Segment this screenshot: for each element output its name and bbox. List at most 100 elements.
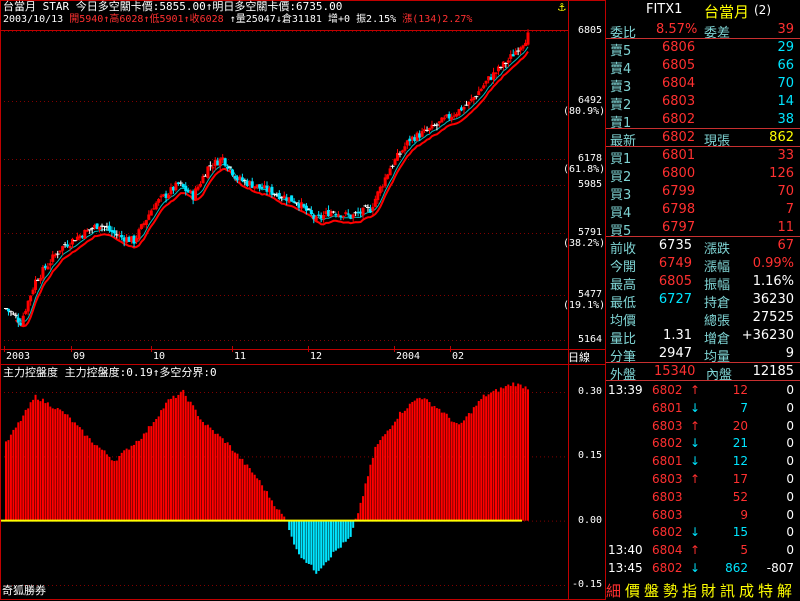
stat-row: 前收6735漲跌67 — [606, 236, 800, 254]
indicator-bar — [414, 401, 416, 521]
stat-value: +36230 — [742, 328, 794, 343]
tick-row[interactable]: 6801↓70 — [606, 400, 800, 416]
indicator-bar — [25, 410, 27, 521]
indicator-bar — [261, 485, 263, 520]
menu-item-4[interactable]: 指 — [682, 580, 697, 601]
candle-body — [371, 207, 374, 211]
tick-row[interactable]: 6802↓150 — [606, 524, 800, 540]
indicator-bar — [461, 423, 463, 521]
broker-name: 奇狐勝券 — [2, 585, 46, 596]
tick-oi: 0 — [786, 543, 794, 557]
tick-qty: 862 — [725, 561, 748, 575]
indicator-bar — [239, 459, 241, 521]
menu-item-9[interactable]: 解 — [777, 580, 792, 601]
chart-area[interactable] — [0, 0, 606, 600]
menu-item-7[interactable]: 成 — [739, 580, 754, 601]
indicator-bar — [421, 399, 423, 520]
indicator-bar — [200, 419, 202, 520]
outer-inner-row: 外盤 15340 內盤 12185 — [606, 362, 800, 380]
candle-body — [502, 62, 505, 68]
tick-oi: 0 — [786, 508, 794, 522]
indicator-tick-label: -0.15 — [572, 580, 602, 590]
tick-row[interactable]: 6803↑200 — [606, 418, 800, 434]
tick-oi: 0 — [786, 436, 794, 450]
tick-row[interactable]: 13:406804↑50 — [606, 542, 800, 558]
menu-item-0[interactable]: 細 — [606, 580, 621, 601]
candle-body — [527, 32, 530, 44]
tick-row[interactable]: 13:396802↑120 — [606, 382, 800, 398]
indicator-bar — [123, 450, 125, 520]
indicator-bar — [483, 395, 485, 521]
time-tick-label: 2003 — [6, 352, 30, 362]
diff-value: 39 — [777, 22, 794, 37]
candle-body — [197, 187, 200, 190]
indicator-bar — [266, 491, 268, 521]
menu-item-2[interactable]: 盤 — [644, 580, 659, 601]
indicator-bar — [224, 443, 226, 521]
indicator-bar — [229, 445, 231, 521]
fib-pct-label: (61.8%) — [563, 165, 605, 175]
indicator-bar — [456, 423, 458, 521]
tick-oi: 0 — [786, 472, 794, 486]
indicator-bar — [510, 386, 512, 521]
period-label[interactable]: 日線 — [568, 352, 590, 363]
tick-row[interactable]: 6803520 — [606, 489, 800, 505]
indicator-bar — [108, 457, 110, 521]
candle-body — [199, 184, 202, 187]
tick-oi: 0 — [786, 401, 794, 415]
stat-value: 27525 — [753, 310, 794, 325]
menu-item-6[interactable]: 訊 — [720, 580, 735, 601]
time-tick-label: 10 — [153, 352, 165, 362]
candle-body — [477, 91, 480, 95]
price-tick-label: 5477 — [578, 290, 602, 300]
indicator-bar — [182, 390, 184, 521]
indicator-bar — [527, 389, 529, 520]
tick-row[interactable]: 13:456802↓862-807 — [606, 560, 800, 576]
tick-row[interactable]: 6801↓120 — [606, 453, 800, 469]
tick-price: 6803 — [652, 419, 683, 433]
indicator-bar — [143, 434, 145, 521]
tick-price: 6803 — [652, 490, 683, 504]
tick-qty: 17 — [733, 472, 748, 486]
tick-oi: 0 — [786, 419, 794, 433]
bar-volume: ↑量25047 — [230, 14, 276, 25]
ask-price: 6804 — [662, 76, 695, 91]
tick-row[interactable]: 680390 — [606, 507, 800, 523]
candle-body — [7, 309, 10, 312]
indicator-bar — [438, 409, 440, 521]
indicator-bar — [448, 418, 450, 521]
stat-value: 6805 — [659, 274, 692, 289]
indicator-bar — [170, 399, 172, 521]
candle-body — [494, 73, 497, 74]
indicator-bar — [192, 405, 194, 520]
indicator-bar — [463, 420, 465, 520]
tick-row[interactable]: 6803↑170 — [606, 471, 800, 487]
menu-item-5[interactable]: 財 — [701, 580, 716, 601]
fib-pct-label: (19.1%) — [563, 301, 605, 311]
indicator-bar — [337, 521, 339, 549]
candle-body — [22, 316, 25, 325]
menu-item-8[interactable]: 特 — [758, 580, 773, 601]
indicator-bar — [468, 413, 470, 521]
indicator-bar — [298, 521, 300, 555]
indicator-bar — [101, 450, 103, 521]
indicator-bar — [303, 521, 305, 560]
indicator-bar — [185, 396, 187, 521]
indicator-bar — [409, 404, 411, 521]
indicator-bar — [360, 503, 362, 521]
indicator-bar — [426, 399, 428, 520]
anchor-icon[interactable]: ⚓ — [558, 1, 566, 14]
tick-row[interactable]: 6802↓210 — [606, 435, 800, 451]
stat-value: 1.31 — [663, 328, 692, 343]
ask-price: 6803 — [662, 94, 695, 109]
menu-item-1[interactable]: 價 — [625, 580, 640, 601]
indicator-bar — [352, 521, 354, 528]
menu-item-3[interactable]: 勢 — [663, 580, 678, 601]
indicator-bar — [364, 483, 366, 520]
ask-row: 賣1680238 — [606, 110, 800, 128]
bid-qty: 126 — [769, 166, 794, 181]
separator — [606, 380, 800, 381]
indicator-params: 主力控盤度:0.19↑多空分界:0 — [65, 366, 217, 379]
indicator-bar — [128, 450, 130, 521]
last-trade-row: 最新 6802 現張 862 — [606, 128, 800, 146]
